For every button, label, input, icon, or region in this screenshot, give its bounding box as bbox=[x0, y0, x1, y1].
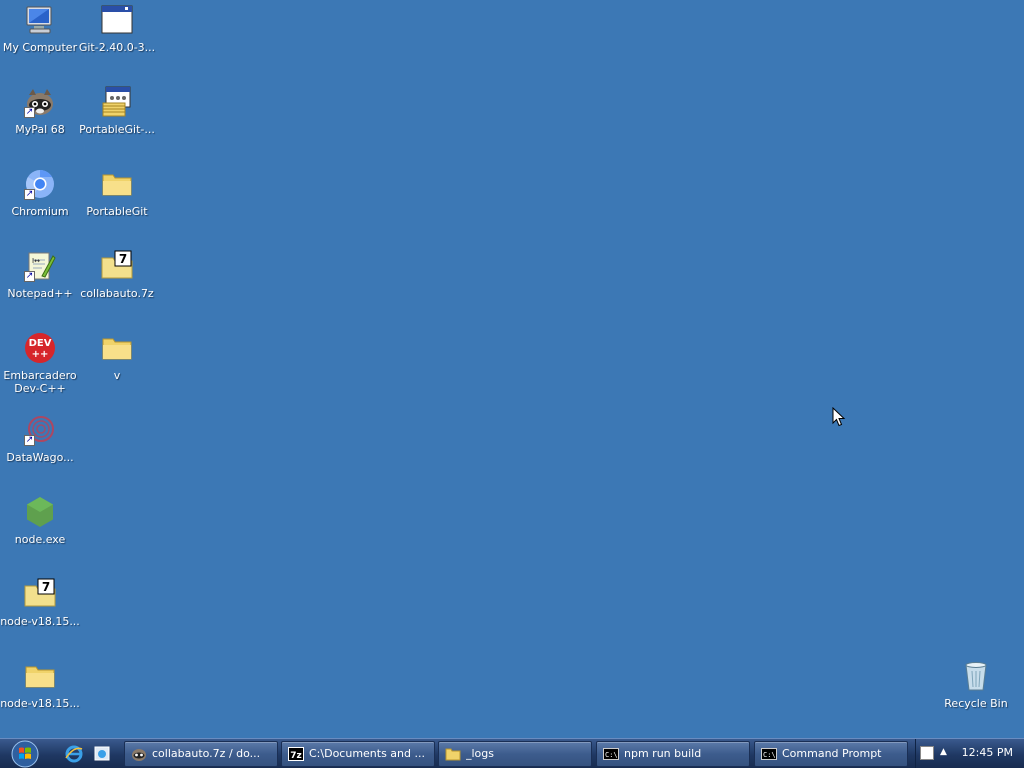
windows-logo-icon bbox=[11, 740, 39, 768]
installer-window-icon bbox=[101, 4, 133, 36]
nodejs-icon bbox=[24, 496, 56, 528]
desktop-icon-label: Git-2.40.0-3... bbox=[78, 41, 156, 54]
show-desktop-icon bbox=[92, 744, 112, 764]
devcpp-icon: DEV ++ bbox=[24, 332, 56, 364]
desktop-icon-node-exe[interactable]: node.exe bbox=[0, 494, 80, 546]
taskbar-button-label: npm run build bbox=[624, 747, 702, 760]
desktop-icon-label: MyPal 68 bbox=[15, 123, 65, 136]
desktop-icon-label: collabauto.7z bbox=[80, 287, 154, 300]
system-tray: ▲ 12:45 PM bbox=[915, 739, 1024, 768]
desktop-icon-portablegit-folder[interactable]: PortableGit bbox=[77, 166, 157, 218]
desktop-icon-devcpp[interactable]: DEV ++ Embarcadero Dev-C++ bbox=[0, 330, 80, 395]
taskbar-button-command-prompt[interactable]: C:\ Command Prompt bbox=[754, 741, 908, 767]
clock[interactable]: 12:45 PM bbox=[962, 746, 1013, 759]
desktop-icon-git-installer[interactable]: Git-2.40.0-3... bbox=[77, 2, 157, 54]
desktop-icon-label: node-v18.15... bbox=[0, 697, 80, 710]
computer-icon bbox=[24, 4, 56, 36]
svg-text:7: 7 bbox=[42, 580, 50, 594]
tray-expand-icon[interactable]: ▲ bbox=[940, 747, 947, 757]
desktop-icon-label: Recycle Bin bbox=[944, 697, 1008, 710]
svg-text:DEV: DEV bbox=[29, 338, 52, 349]
datawagon-icon: ↗ bbox=[24, 414, 56, 446]
start-button[interactable] bbox=[4, 740, 46, 768]
folder-icon bbox=[101, 332, 133, 364]
desktop-icon-label: Notepad++ bbox=[7, 287, 73, 300]
desktop-icon-label: Chromium bbox=[11, 205, 69, 218]
desktop-icon-label: PortableGit-... bbox=[79, 123, 155, 136]
taskbar-button-label: Command Prompt bbox=[782, 747, 882, 760]
cmd-icon: C:\ bbox=[761, 746, 777, 762]
desktop-icon-portablegit-sfx[interactable]: PortableGit-... bbox=[77, 84, 157, 136]
desktop-icon-label: DataWago... bbox=[6, 451, 74, 464]
desktop-icon-mypal[interactable]: ↗ MyPal 68 bbox=[0, 84, 80, 136]
desktop-icon-notepadpp[interactable]: I↔ ↗ Notepad++ bbox=[0, 248, 80, 300]
svg-text:C:\: C:\ bbox=[763, 751, 776, 759]
quick-launch-ie[interactable] bbox=[64, 744, 84, 764]
desktop-icon-label: PortableGit bbox=[86, 205, 148, 218]
taskbar-button-label: collabauto.7z / do... bbox=[152, 747, 261, 760]
notepadpp-icon: I↔ ↗ bbox=[24, 250, 56, 282]
taskbar-button-mypal[interactable]: collabauto.7z / do... bbox=[124, 741, 278, 767]
ie-icon bbox=[64, 744, 84, 764]
taskbar-button-logs-folder[interactable]: _logs bbox=[438, 741, 592, 767]
desktop-icon-chromium[interactable]: ↗ Chromium bbox=[0, 166, 80, 218]
taskbar-button-7zip[interactable]: 7z C:\Documents and ... bbox=[281, 741, 435, 767]
taskbar-button-label: _logs bbox=[466, 747, 494, 760]
desktop-icon-datawagon[interactable]: ↗ DataWago... bbox=[0, 412, 80, 464]
cmd-icon: C:\ bbox=[603, 746, 619, 762]
quick-launch-show-desktop[interactable] bbox=[92, 744, 112, 764]
folder-icon bbox=[101, 168, 133, 200]
taskbar: collabauto.7z / do... 7z C:\Documents an… bbox=[0, 738, 1024, 768]
desktop[interactable]: My Computer ↗ MyPal 68 ↗ Chromium I↔ ↗ N… bbox=[0, 0, 1024, 738]
desktop-icon-label: Embarcadero Dev-C++ bbox=[3, 369, 77, 395]
desktop-icon-recycle-bin[interactable]: Recycle Bin bbox=[936, 658, 1016, 710]
svg-text:7: 7 bbox=[119, 252, 127, 266]
folder-icon bbox=[445, 746, 461, 762]
desktop-icon-v-folder[interactable]: v bbox=[77, 330, 157, 382]
keyboard-icon[interactable] bbox=[920, 746, 934, 760]
desktop-icon-label: v bbox=[113, 369, 121, 382]
mypal-icon bbox=[131, 746, 147, 762]
shortcut-arrow-icon: ↗ bbox=[24, 435, 35, 446]
taskbar-button-npm-run-build[interactable]: C:\ npm run build bbox=[596, 741, 750, 767]
desktop-icon-label: node-v18.15... bbox=[0, 615, 80, 628]
folder-icon bbox=[24, 660, 56, 692]
svg-text:7z: 7z bbox=[290, 751, 302, 761]
chromium-icon: ↗ bbox=[24, 168, 56, 200]
self-extractor-icon bbox=[101, 86, 133, 118]
svg-text:C:\: C:\ bbox=[605, 751, 618, 759]
shortcut-arrow-icon: ↗ bbox=[24, 189, 35, 200]
shortcut-arrow-icon: ↗ bbox=[24, 271, 35, 282]
shortcut-arrow-icon: ↗ bbox=[24, 107, 35, 118]
desktop-icon-my-computer[interactable]: My Computer bbox=[0, 2, 80, 54]
desktop-icon-label: node.exe bbox=[14, 533, 66, 546]
7z-archive-icon: 7 bbox=[101, 250, 133, 282]
recycle-bin-icon bbox=[960, 660, 992, 692]
desktop-icon-node-folder[interactable]: node-v18.15... bbox=[0, 658, 80, 710]
svg-text:I↔: I↔ bbox=[32, 257, 40, 265]
7zip-icon: 7z bbox=[288, 746, 304, 762]
desktop-icon-label: My Computer bbox=[2, 41, 78, 54]
mouse-cursor-icon bbox=[832, 407, 846, 427]
svg-text:++: ++ bbox=[32, 349, 49, 360]
desktop-icon-collabauto-7z[interactable]: 7 collabauto.7z bbox=[77, 248, 157, 300]
7z-archive-icon: 7 bbox=[24, 578, 56, 610]
desktop-icon-node-archive[interactable]: 7 node-v18.15... bbox=[0, 576, 80, 628]
mypal-icon: ↗ bbox=[24, 86, 56, 118]
taskbar-button-label: C:\Documents and ... bbox=[309, 747, 425, 760]
